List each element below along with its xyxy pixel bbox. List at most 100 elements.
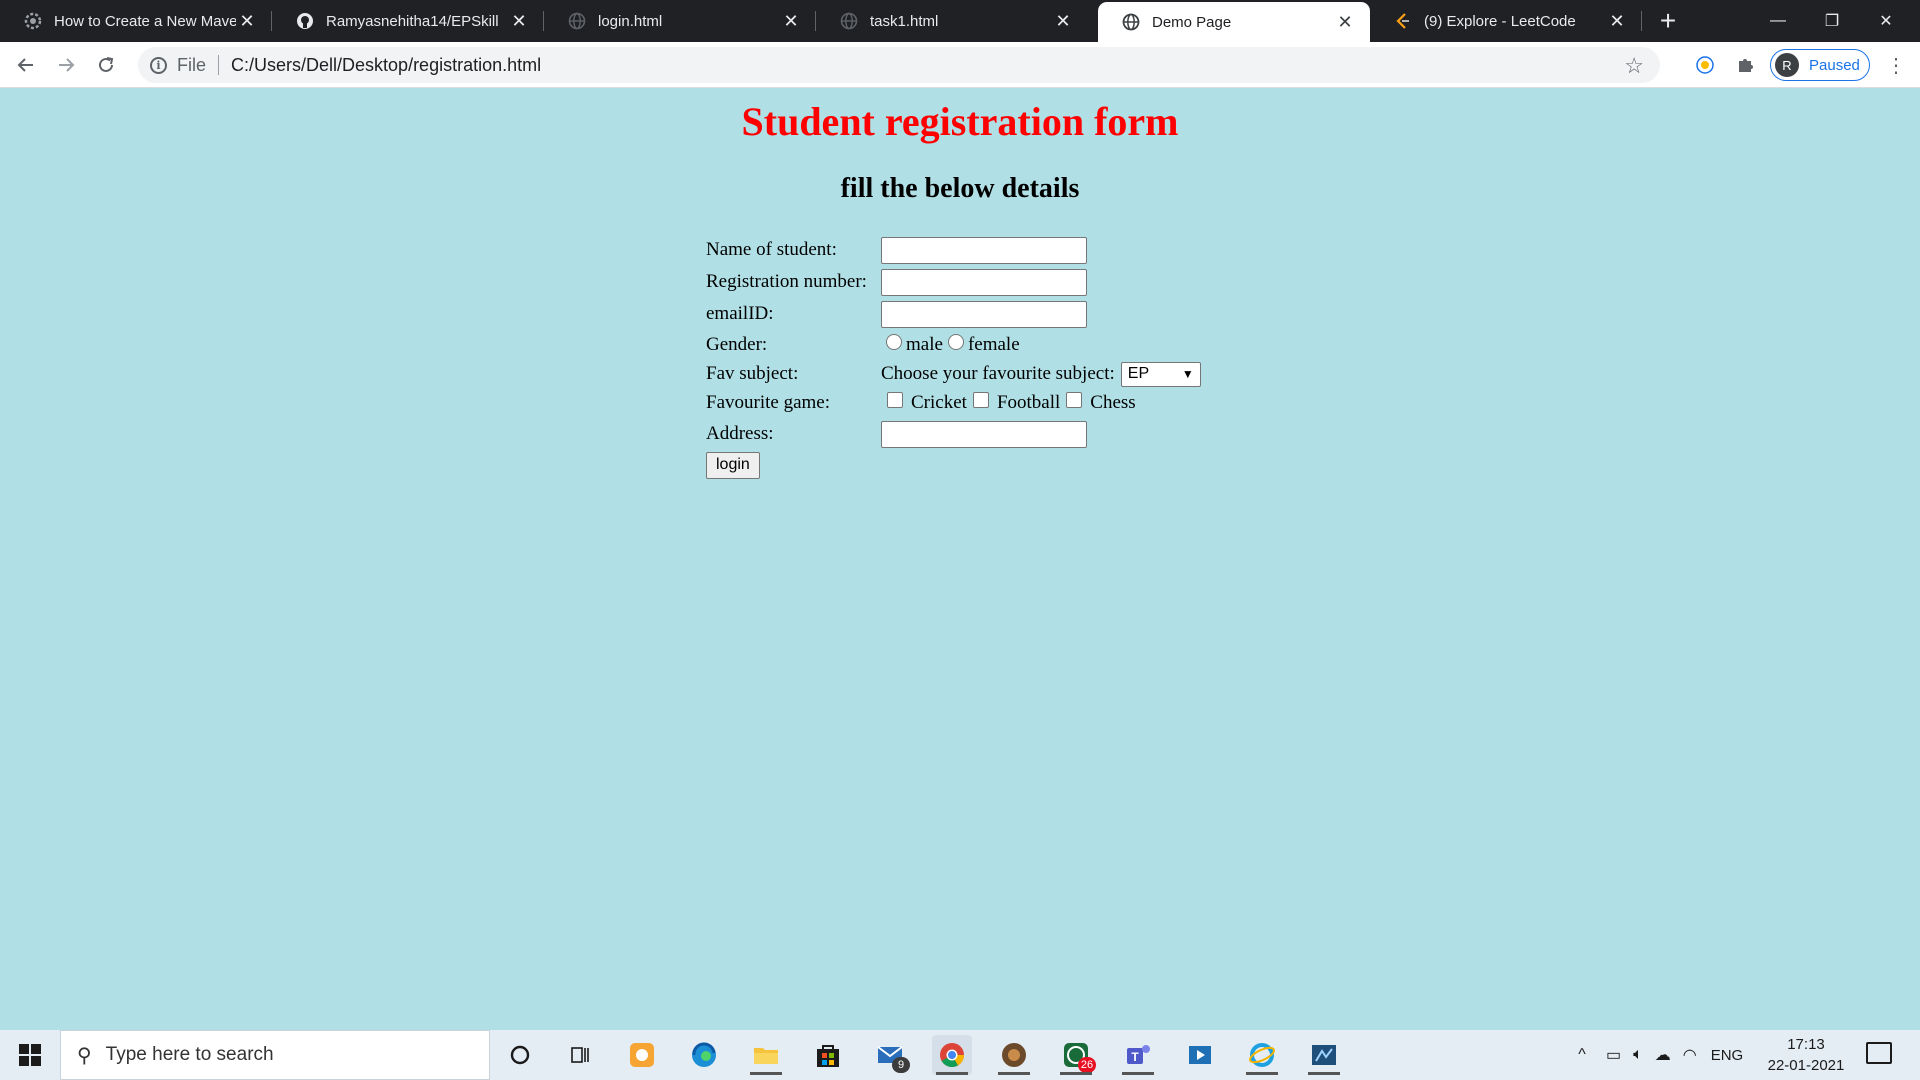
game-label: Favourite game: bbox=[706, 392, 830, 413]
gender-male-radio[interactable] bbox=[886, 334, 902, 350]
subject-prompt: Choose your favourite subject: bbox=[881, 363, 1115, 384]
form-row-submit: login bbox=[706, 450, 1201, 480]
subject-select[interactable]: EP ▼ bbox=[1120, 361, 1201, 387]
taskbar-search[interactable]: ⚲ Type here to search bbox=[60, 1030, 490, 1080]
page-subtitle: fill the below details bbox=[840, 173, 1080, 204]
tab-title: How to Create a New Maven bbox=[54, 12, 236, 30]
login-button[interactable]: login bbox=[706, 451, 760, 479]
address-label: Address: bbox=[706, 423, 774, 444]
scheme-label: File bbox=[177, 54, 207, 75]
cloud-icon[interactable]: ☁︎ bbox=[1655, 1045, 1671, 1065]
football-checkbox[interactable] bbox=[972, 392, 989, 408]
tab-login[interactable]: login.html ✕ bbox=[544, 0, 816, 42]
clock[interactable]: 17:13 22-01-2021 bbox=[1758, 1034, 1854, 1076]
name-label: Name of student: bbox=[706, 239, 837, 260]
extension-icon[interactable] bbox=[1690, 50, 1720, 80]
close-window-button[interactable]: ✕ bbox=[1859, 0, 1913, 42]
globe-icon bbox=[840, 12, 858, 30]
reload-icon bbox=[99, 57, 114, 72]
wifi-icon[interactable]: ◠ bbox=[1683, 1045, 1697, 1065]
form-row-subject: Fav subject: Choose your favourite subje… bbox=[706, 360, 1201, 388]
page-title: Student registration form bbox=[741, 99, 1179, 144]
tab-title: Demo Page bbox=[1152, 13, 1232, 31]
subject-selected-value: EP bbox=[1127, 365, 1150, 382]
football-label: Football bbox=[996, 392, 1061, 413]
app-icon[interactable] bbox=[994, 1035, 1034, 1075]
tab-leetcode[interactable]: (9) Explore - LeetCode ✕ bbox=[1370, 0, 1642, 42]
tab-title: Ramyasnehitha14/EPSkill bbox=[326, 12, 499, 30]
form-row-gender: Gender: male female bbox=[706, 330, 1201, 360]
start-button[interactable] bbox=[0, 1030, 60, 1080]
leetcode-icon bbox=[1394, 12, 1412, 30]
cortana-icon[interactable] bbox=[500, 1035, 540, 1075]
edge-icon[interactable] bbox=[684, 1035, 724, 1075]
puzzle-icon[interactable] bbox=[1730, 50, 1760, 80]
address-bar[interactable]: i File C:/Users/Dell/Desktop/registratio… bbox=[138, 47, 1660, 83]
page-content: Student registration form fill the below… bbox=[0, 88, 1920, 1030]
taskbar: ⚲ Type here to search 9 26 T ^ ▭ 🔈︎ ☁︎ ◠… bbox=[0, 1030, 1920, 1080]
task-view-icon[interactable] bbox=[560, 1035, 600, 1075]
gender-female-label: female bbox=[967, 334, 1020, 355]
restore-button[interactable]: ❐ bbox=[1805, 0, 1859, 42]
whatsapp-icon[interactable]: 26 bbox=[1056, 1035, 1096, 1075]
cricket-label: Cricket bbox=[911, 392, 967, 413]
database-app-icon[interactable] bbox=[1304, 1035, 1344, 1075]
tab-title: (9) Explore - LeetCode bbox=[1424, 12, 1576, 30]
language-indicator[interactable]: ENG bbox=[1711, 1047, 1744, 1064]
close-icon[interactable]: ✕ bbox=[1334, 11, 1356, 33]
address-path: C:/Users/Dell/Desktop/registration.html bbox=[231, 54, 542, 75]
name-input[interactable] bbox=[881, 236, 1087, 264]
regno-input[interactable] bbox=[881, 268, 1087, 296]
gear-icon bbox=[24, 12, 42, 30]
tab-demo-page[interactable]: Demo Page ✕ bbox=[1098, 2, 1370, 42]
tab-github[interactable]: Ramyasnehitha14/EPSkill ✕ bbox=[272, 0, 544, 42]
file-explorer-icon[interactable] bbox=[746, 1035, 786, 1075]
info-icon[interactable]: i bbox=[150, 56, 167, 74]
forward-arrow-icon bbox=[59, 58, 75, 72]
gender-female-radio[interactable] bbox=[947, 334, 964, 350]
store-icon[interactable] bbox=[808, 1035, 848, 1075]
notification-icon[interactable] bbox=[1866, 1042, 1892, 1064]
whatsapp-badge: 26 bbox=[1078, 1057, 1096, 1073]
close-icon[interactable]: ✕ bbox=[508, 10, 530, 32]
mail-icon[interactable]: 9 bbox=[870, 1035, 910, 1075]
globe-icon bbox=[1122, 13, 1140, 31]
tab-maven[interactable]: How to Create a New Maven ✕ bbox=[0, 0, 272, 42]
forward-button[interactable] bbox=[50, 49, 82, 81]
close-icon[interactable]: ✕ bbox=[236, 10, 258, 32]
internet-explorer-icon[interactable] bbox=[1242, 1035, 1282, 1075]
tab-task1[interactable]: task1.html ✕ bbox=[816, 0, 1088, 42]
back-button[interactable] bbox=[10, 49, 42, 81]
form-row-game: Favourite game: Cricket Football Chess bbox=[706, 388, 1201, 418]
reload-button[interactable] bbox=[90, 49, 122, 81]
new-tab-button[interactable]: + bbox=[1652, 6, 1684, 38]
subject-label: Fav subject: bbox=[706, 363, 799, 384]
email-label: emailID: bbox=[706, 303, 774, 324]
address-input[interactable] bbox=[881, 420, 1087, 448]
search-placeholder: Type here to search bbox=[105, 1044, 274, 1065]
menu-icon[interactable]: ⋮ bbox=[1880, 49, 1912, 81]
battery-icon[interactable]: ▭ bbox=[1606, 1045, 1621, 1065]
gender-label: Gender: bbox=[706, 334, 768, 355]
close-icon[interactable]: ✕ bbox=[780, 10, 802, 32]
windows-icon bbox=[19, 1044, 41, 1066]
chevron-up-icon[interactable]: ^ bbox=[1570, 1046, 1594, 1064]
star-icon[interactable]: ☆ bbox=[1624, 53, 1644, 79]
form-row-address: Address: bbox=[706, 418, 1201, 450]
cricket-checkbox[interactable] bbox=[887, 392, 903, 408]
close-icon[interactable]: ✕ bbox=[1606, 10, 1628, 32]
clock-time: 17:13 bbox=[1787, 1036, 1825, 1053]
minimize-button[interactable]: — bbox=[1751, 0, 1805, 42]
profile-button[interactable]: R Paused bbox=[1770, 49, 1870, 81]
photo-app-icon[interactable] bbox=[622, 1035, 662, 1075]
volume-icon[interactable]: 🔈︎ bbox=[1633, 1046, 1643, 1064]
email-input[interactable] bbox=[881, 300, 1087, 328]
close-icon[interactable]: ✕ bbox=[1052, 10, 1074, 32]
media-player-icon[interactable] bbox=[1180, 1035, 1220, 1075]
tab-title: login.html bbox=[598, 12, 663, 30]
teams-icon[interactable]: T bbox=[1118, 1035, 1158, 1075]
chrome-icon[interactable] bbox=[932, 1035, 972, 1075]
avatar: R bbox=[1775, 53, 1799, 77]
form-row-regno: Registration number: bbox=[706, 266, 1201, 298]
chess-checkbox[interactable] bbox=[1066, 392, 1083, 408]
